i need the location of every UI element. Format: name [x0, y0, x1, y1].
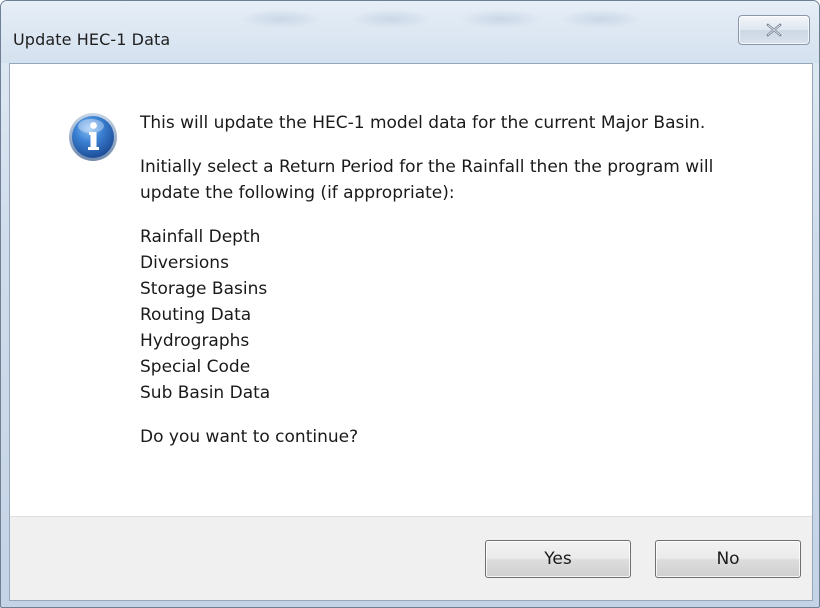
list-item: Storage Basins — [140, 279, 268, 299]
window-title: Update HEC-1 Data — [13, 30, 171, 49]
title-bar[interactable]: Update HEC-1 Data — [1, 1, 819, 63]
dialog-window: Update HEC-1 Data This will update the H… — [0, 0, 820, 608]
message-line-2a: Initially select a Return Period for the… — [140, 157, 714, 177]
list-item: Sub Basin Data — [140, 383, 271, 403]
list-item: Routing Data — [140, 305, 252, 325]
dialog-client-area: This will update the HEC-1 model data fo… — [9, 63, 813, 601]
info-icon — [69, 113, 117, 161]
close-icon — [766, 23, 782, 37]
list-item: Hydrographs — [140, 331, 250, 351]
list-item: Special Code — [140, 357, 251, 377]
yes-button[interactable]: Yes — [485, 540, 631, 578]
list-item: Rainfall Depth — [140, 227, 261, 247]
message-text: This will update the HEC-1 model data fo… — [140, 110, 790, 450]
close-button[interactable] — [738, 15, 810, 45]
question-text: Do you want to continue? — [140, 427, 359, 447]
message-area: This will update the HEC-1 model data fo… — [10, 64, 812, 516]
list-item: Diversions — [140, 253, 229, 273]
message-line-1: This will update the HEC-1 model data fo… — [140, 113, 706, 133]
message-line-2b: update the following (if appropriate): — [140, 183, 455, 203]
button-bar: Yes No — [10, 516, 812, 600]
no-button[interactable]: No — [655, 540, 801, 578]
